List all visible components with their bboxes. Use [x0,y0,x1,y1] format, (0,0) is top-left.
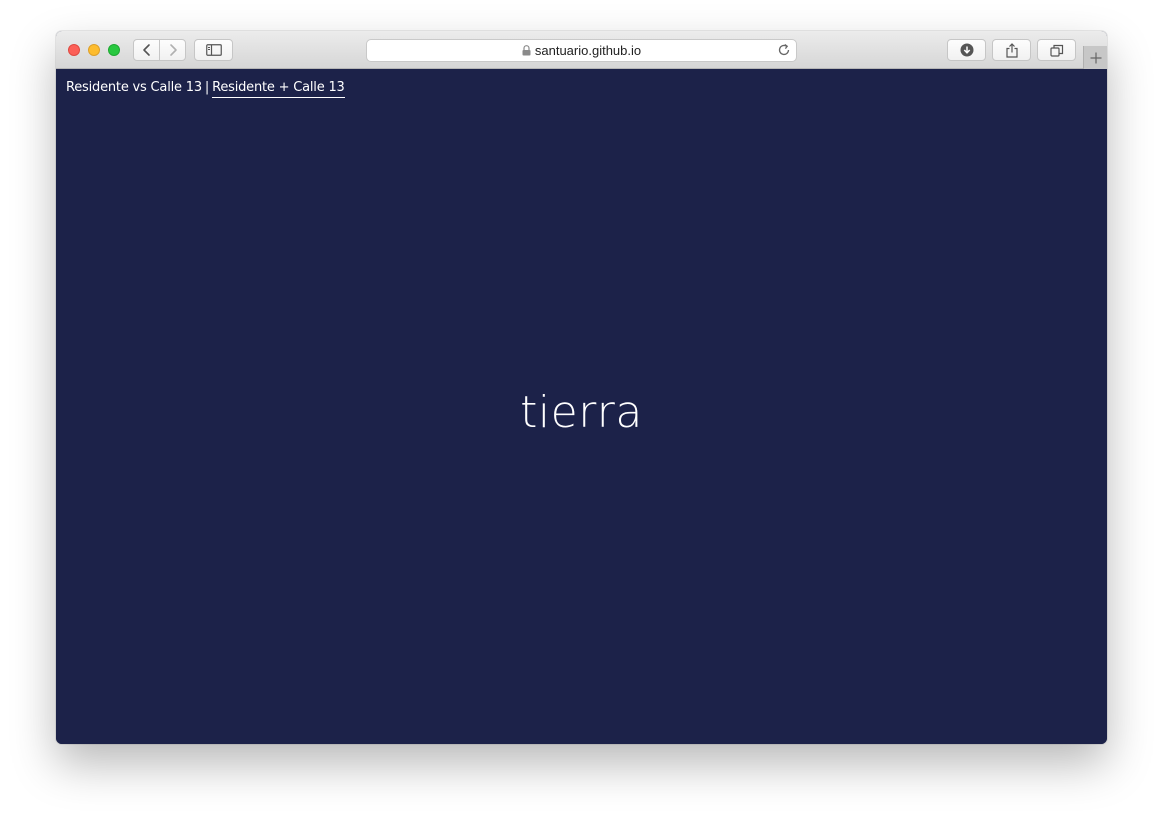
browser-window: santuario.github.io Residente vs Calle 1… [56,31,1107,744]
show-tabs-button[interactable] [1037,39,1076,61]
nav-link-residente-vs-calle13[interactable]: Residente vs Calle 13 [66,80,202,95]
minimize-window-button[interactable] [88,44,100,56]
reload-icon [778,43,790,56]
page-content: Residente vs Calle 13 | Residente + Calle … [56,69,1107,744]
new-tab-button[interactable] [1083,46,1107,69]
download-icon [960,43,973,57]
top-navigation: Residente vs Calle 13 | Residente + Calle … [66,80,345,98]
close-window-button[interactable] [68,44,80,56]
url-text: santuario.github.io [534,43,642,58]
maximize-window-button[interactable] [108,44,120,56]
lock-icon [522,45,531,56]
title-bar: santuario.github.io [56,31,1107,69]
downloads-button[interactable] [947,39,986,61]
chevron-right-icon [169,44,177,56]
share-icon [1005,42,1018,58]
share-button[interactable] [992,39,1031,61]
sidebar-icon [205,44,222,56]
nav-link-residente-plus-calle13[interactable]: Residente + Calle 13 [212,80,345,98]
nav-separator: | [204,80,210,95]
tabs-icon [1049,44,1063,57]
forward-button[interactable] [159,40,185,60]
back-button[interactable] [134,40,159,60]
navigation-buttons [133,39,186,61]
reload-button[interactable] [777,43,791,62]
address-bar[interactable]: santuario.github.io [366,39,797,62]
sidebar-toggle-button[interactable] [194,39,233,61]
center-word: tierra [520,387,643,438]
plus-icon [1090,52,1101,63]
chevron-left-icon [142,44,150,56]
